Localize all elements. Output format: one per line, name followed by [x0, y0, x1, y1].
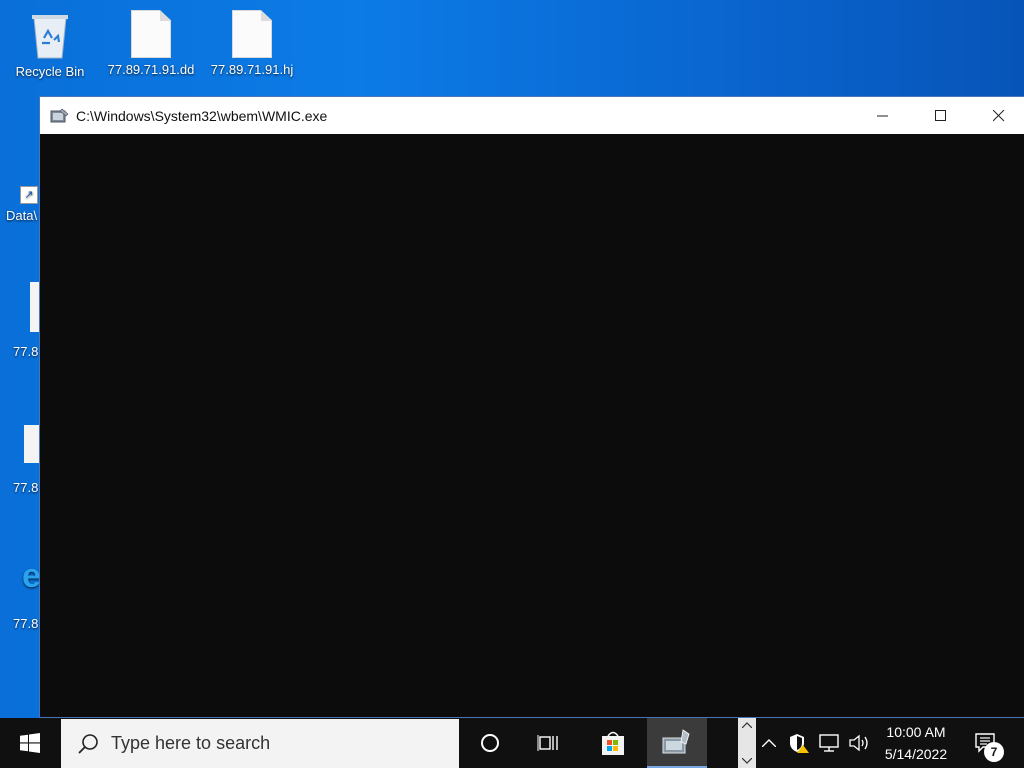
minimize-button[interactable]	[854, 97, 912, 134]
volume-tray-button[interactable]	[845, 718, 873, 768]
desktop-icon-label: 77.8	[13, 344, 39, 359]
search-icon	[78, 733, 98, 754]
task-view-button[interactable]	[520, 718, 578, 768]
desktop-icon-label: 77.8	[13, 616, 39, 631]
window-title: C:\Windows\System32\wbem\WMIC.exe	[76, 107, 328, 124]
shield-warning-icon	[790, 734, 809, 753]
desktop-icon-recycle-bin[interactable]: Recycle Bin	[2, 10, 98, 79]
wmic-taskbar-button[interactable]	[647, 718, 707, 768]
task-view-icon	[537, 735, 558, 751]
show-hidden-icons-button[interactable]	[758, 718, 780, 768]
maximize-button[interactable]	[912, 97, 970, 134]
windows-logo-icon	[20, 733, 40, 753]
cortana-circle-icon	[481, 734, 499, 752]
network-tray-button[interactable]	[815, 718, 843, 768]
notification-count: 7	[990, 745, 998, 759]
internet-explorer-icon: e	[22, 557, 41, 595]
taskbar: Type here to search 10:00 AM 5/14/2022	[0, 718, 1024, 768]
speaker-icon	[849, 734, 868, 752]
console-area[interactable]	[40, 134, 1024, 717]
desktop-icon-partial-2[interactable]: 77.8	[0, 282, 40, 359]
security-tray-button[interactable]	[786, 718, 812, 768]
desktop-icon-label: 77.89.71.91.dd	[107, 62, 195, 77]
file-icon	[24, 425, 40, 463]
taskbar-overflow-scroll[interactable]	[738, 718, 756, 768]
desktop-icon-file-hj[interactable]: 77.89.71.91.hj	[204, 10, 300, 77]
close-icon	[993, 109, 1005, 121]
microsoft-store-icon	[602, 731, 624, 755]
clock[interactable]: 10:00 AM 5/14/2022	[872, 718, 960, 768]
desktop-icon-partial-4[interactable]: e 77.8	[0, 556, 41, 631]
desktop-icon-label: 77.8	[13, 480, 39, 495]
clock-date: 5/14/2022	[884, 746, 948, 762]
search-box[interactable]: Type here to search	[61, 719, 459, 768]
maximize-icon	[935, 109, 946, 121]
desktop-icon-data-shortcut[interactable]: ↗ Data\	[0, 148, 40, 223]
chevron-up-icon	[742, 722, 752, 728]
shortcut-arrow-icon: ↗	[20, 186, 38, 204]
microsoft-store-button[interactable]	[584, 718, 642, 768]
network-icon	[819, 734, 839, 752]
clock-time: 10:00 AM	[886, 724, 946, 740]
wmic-app-icon	[50, 108, 69, 122]
file-icon	[232, 10, 272, 58]
chevron-down-icon	[742, 758, 752, 764]
close-button[interactable]	[970, 97, 1024, 134]
search-placeholder: Type here to search	[111, 733, 271, 753]
minimize-icon	[877, 115, 888, 116]
action-center-button[interactable]	[962, 718, 1010, 768]
desktop-icon-file-dd[interactable]: 77.89.71.91.dd	[103, 10, 199, 77]
desktop-icon-label: Recycle Bin	[15, 64, 85, 79]
wmic-window[interactable]: C:\Windows\System32\wbem\WMIC.exe	[39, 96, 1024, 718]
desktop-icon-label: 77.89.71.91.hj	[210, 62, 294, 77]
cortana-button[interactable]	[461, 718, 519, 768]
desktop-icon-label: Data\	[6, 208, 38, 223]
file-icon	[131, 10, 171, 58]
wmic-app-icon	[662, 729, 690, 754]
recycle-bin-icon	[28, 10, 72, 60]
desktop-icon-partial-3[interactable]: 77.8	[0, 425, 40, 495]
notification-count-badge: 7	[984, 742, 1004, 762]
start-button[interactable]	[0, 718, 60, 768]
chevron-up-icon	[762, 739, 776, 747]
title-bar[interactable]: C:\Windows\System32\wbem\WMIC.exe	[40, 97, 1024, 134]
